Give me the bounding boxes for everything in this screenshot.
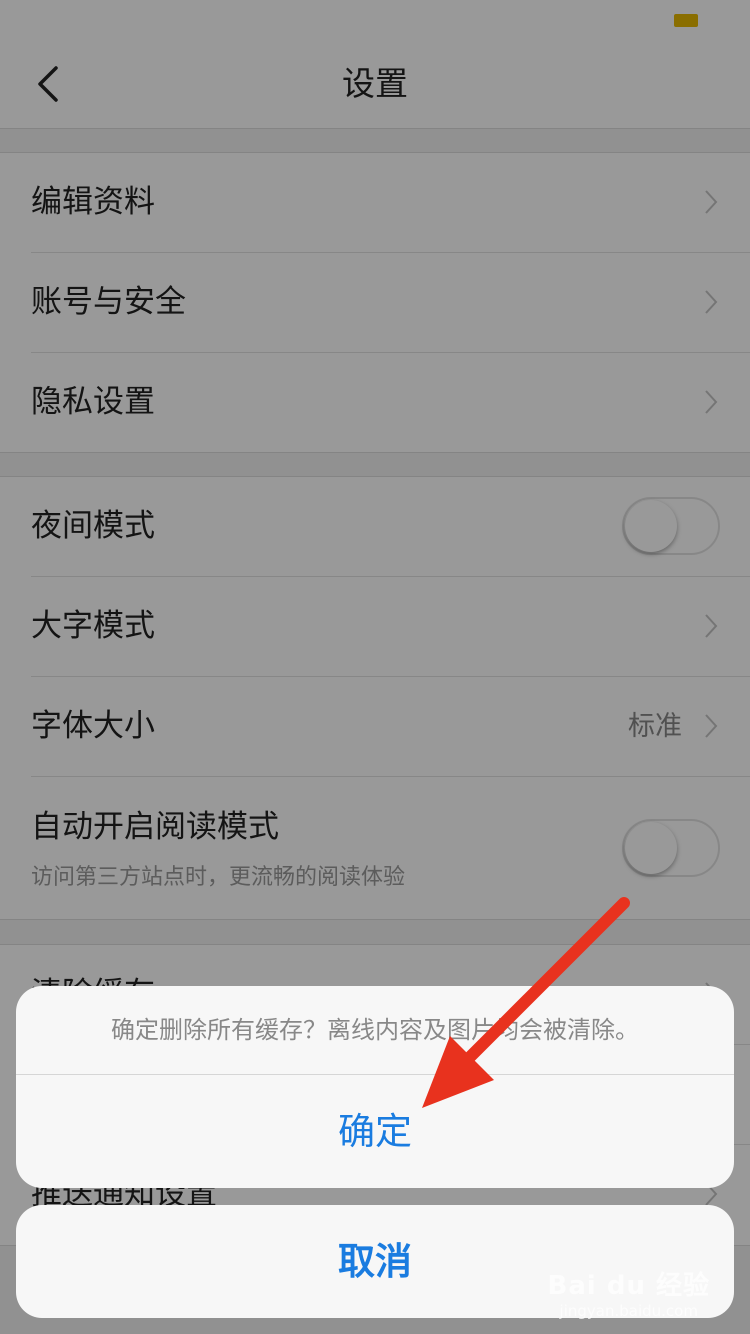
watermark: Bai du 经验 jingyan.baidu.com <box>548 1265 711 1320</box>
annotation-arrow <box>422 897 630 1108</box>
watermark-url: jingyan.baidu.com <box>559 1302 698 1320</box>
watermark-brand: Bai du 经验 <box>547 1271 710 1301</box>
